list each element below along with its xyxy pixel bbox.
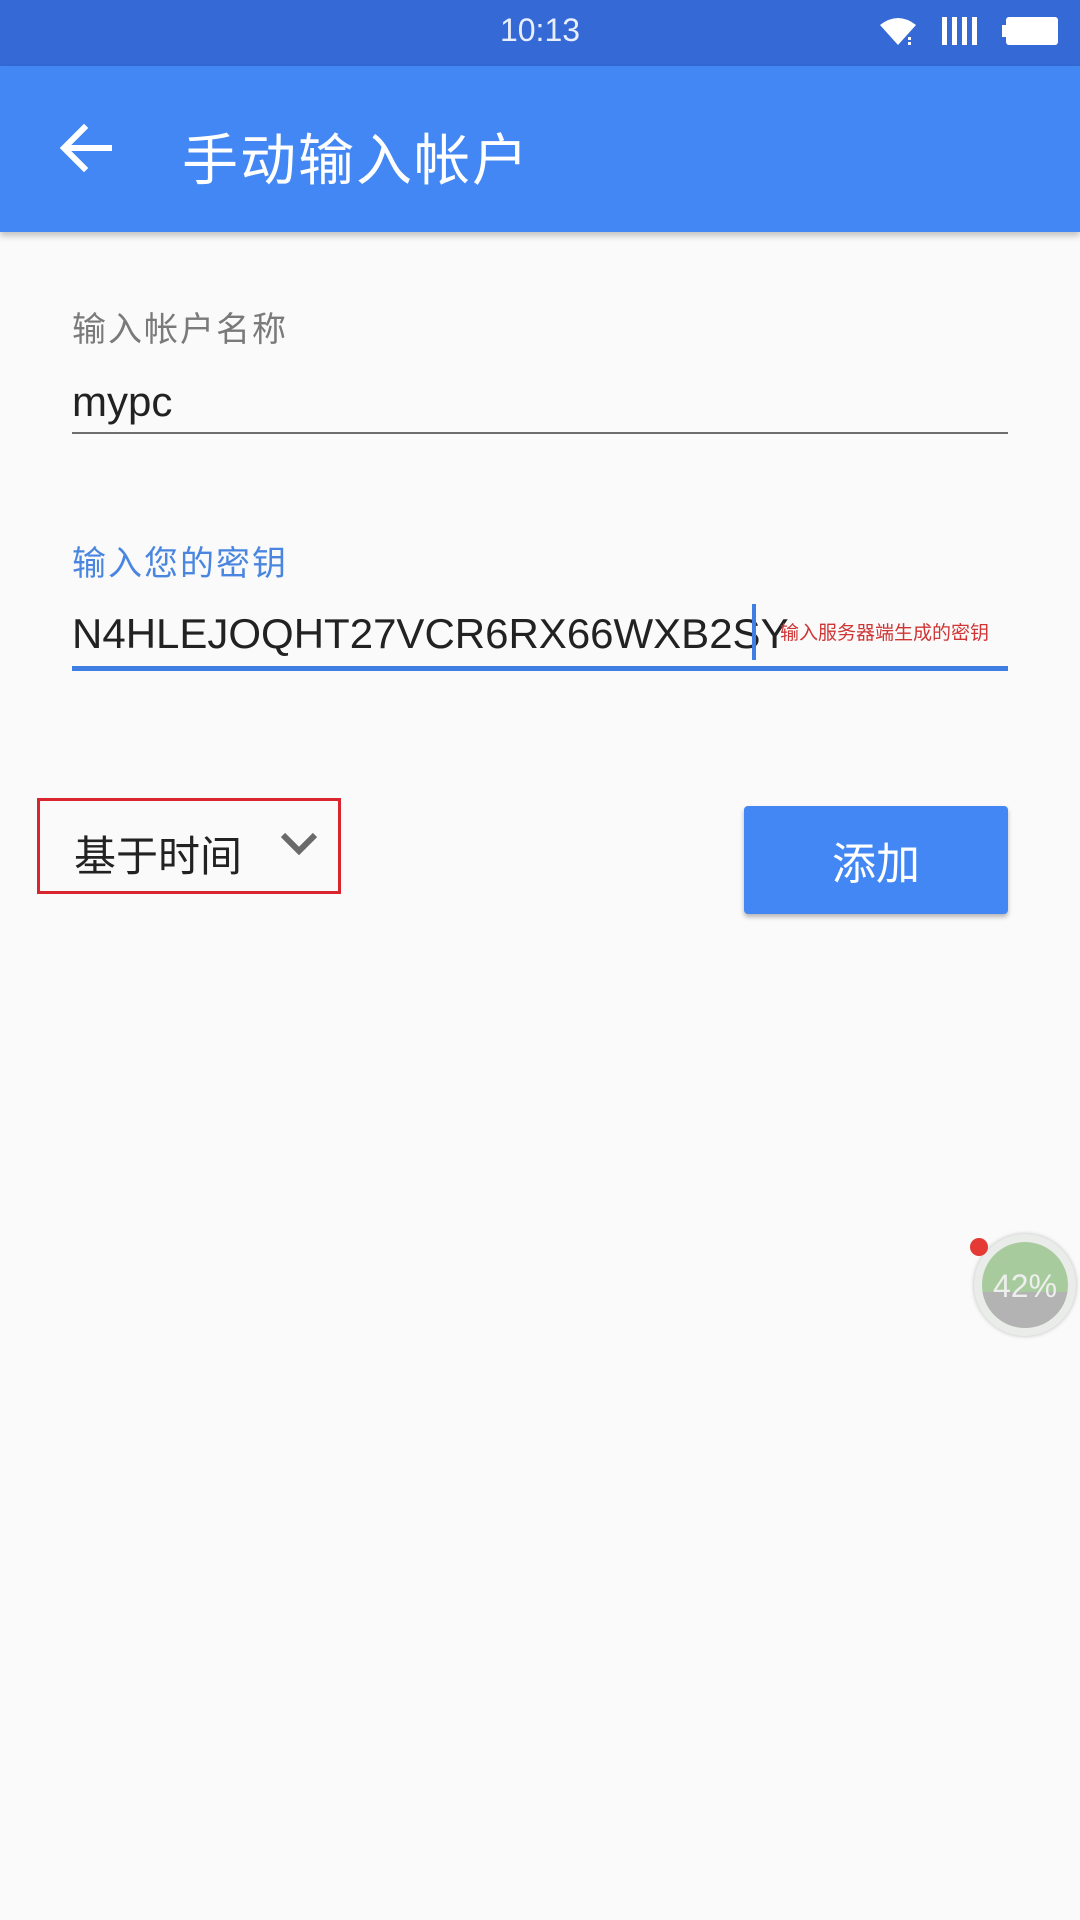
account-name-input[interactable] (72, 372, 1008, 432)
secret-key-label: 输入您的密钥 (72, 544, 288, 584)
wifi-icon (878, 15, 918, 51)
arrow-back-icon (59, 123, 113, 176)
status-bar: 10:13 (0, 0, 1080, 66)
floating-memory-widget[interactable]: 42% (974, 1234, 1076, 1336)
text-caret (752, 604, 756, 660)
chevron-down-icon (280, 831, 318, 861)
secret-key-underline (72, 666, 1008, 671)
account-name-label: 输入帐户名称 (72, 310, 288, 350)
signal-icon (940, 15, 980, 51)
status-icons (878, 16, 1058, 50)
battery-icon (1002, 15, 1058, 51)
key-type-selected: 基于时间 (74, 832, 243, 881)
secret-key-hint: 输入服务器端生成的密钥 (780, 622, 990, 644)
page-title: 手动输入帐户 (182, 129, 530, 194)
account-name-underline (72, 432, 1008, 434)
notification-dot (970, 1238, 988, 1256)
add-button[interactable]: 添加 (744, 806, 1008, 914)
back-button[interactable] (46, 110, 126, 190)
key-type-dropdown[interactable]: 基于时间 (37, 798, 341, 894)
app-bar: 手动输入帐户 (0, 66, 1080, 232)
floating-widget-ring: 42% (982, 1242, 1068, 1328)
floating-widget-percent: 42% (992, 1268, 1058, 1304)
